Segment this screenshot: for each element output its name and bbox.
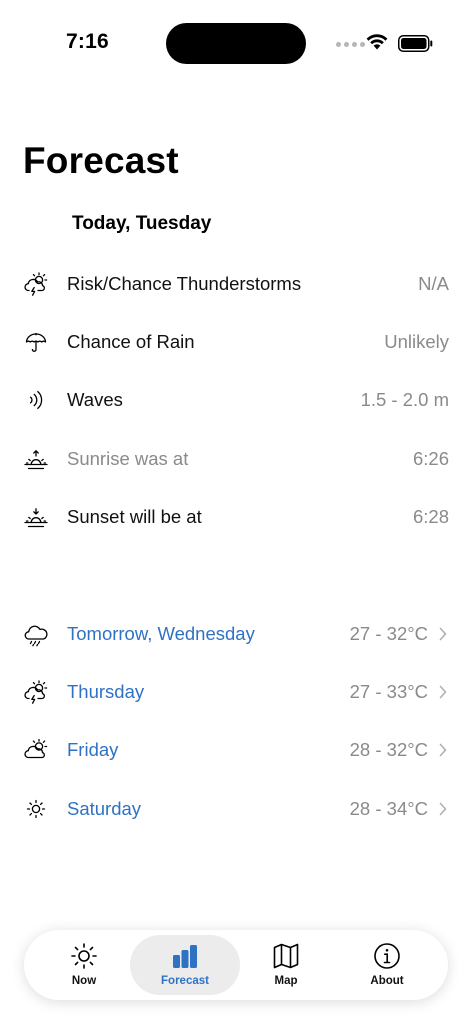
today-row-label: Waves — [67, 389, 123, 410]
status-time: 7:16 — [66, 30, 109, 53]
day-row-temperature: 27 - 32°C — [349, 623, 428, 644]
day-row-label[interactable]: Saturday — [67, 798, 141, 820]
rain-cloud-icon — [22, 620, 50, 648]
day-row-temperature: 28 - 32°C — [349, 739, 428, 760]
today-row-waves: Waves 1.5 - 2.0 m — [0, 376, 472, 424]
day-row-temperature: 28 - 34°C — [349, 798, 428, 819]
today-row-value: 6:26 — [412, 448, 449, 469]
status-bar: 7:16 — [0, 0, 472, 88]
sun-icon — [22, 795, 50, 823]
day-row-label[interactable]: Friday — [67, 739, 118, 761]
today-row-value: 1.5 - 2.0 m — [360, 389, 449, 410]
today-row-sunrise: Sunrise was at 6:26 — [0, 435, 472, 483]
tab-label: Now — [71, 975, 97, 987]
sunrise-icon — [22, 445, 50, 473]
tab-bar: Now Forecast Map About — [24, 930, 448, 1000]
bar-chart-icon — [173, 945, 197, 968]
day-row-wednesday[interactable]: Tomorrow, Wednesday 27 - 32°C — [0, 610, 472, 658]
battery-icon — [398, 35, 433, 52]
today-row-label: Sunset will be at — [67, 506, 202, 527]
info-icon — [374, 943, 400, 969]
today-row-thunderstorms: Risk/Chance Thunderstorms N/A — [0, 260, 472, 308]
day-row-friday[interactable]: Friday 28 - 32°C — [0, 726, 472, 774]
today-heading: Today, Tuesday — [72, 213, 212, 234]
day-row-thursday[interactable]: Thursday 27 - 33°C — [0, 668, 472, 716]
tab-label: About — [370, 975, 404, 987]
sun-icon — [71, 943, 97, 969]
tab-about[interactable]: About — [332, 935, 442, 995]
today-row-label: Risk/Chance Thunderstorms — [67, 273, 302, 294]
chevron-right-icon — [439, 802, 447, 816]
today-row-rain: Chance of Rain Unlikely — [0, 318, 472, 366]
day-row-saturday[interactable]: Saturday 28 - 34°C — [0, 785, 472, 833]
tab-label: Map — [274, 975, 298, 987]
dynamic-island — [166, 23, 306, 64]
waves-icon — [22, 386, 50, 414]
cellular-signal-icon — [336, 42, 365, 47]
today-row-value: Unlikely — [384, 331, 449, 352]
partly-cloudy-icon — [22, 736, 50, 764]
day-row-label[interactable]: Tomorrow, Wednesday — [67, 623, 255, 645]
day-row-label[interactable]: Thursday — [67, 681, 144, 703]
chevron-right-icon — [439, 743, 447, 757]
today-row-label: Chance of Rain — [67, 331, 195, 352]
today-row-value: 6:28 — [412, 506, 449, 527]
thunderstorm-icon — [22, 678, 50, 706]
sunset-icon — [22, 503, 50, 531]
today-row-label: Sunrise was at — [67, 448, 189, 469]
page-title: Forecast — [23, 140, 179, 181]
tab-now[interactable]: Now — [29, 935, 139, 995]
wifi-icon — [366, 34, 388, 50]
chevron-right-icon — [439, 685, 447, 699]
day-row-temperature: 27 - 33°C — [349, 681, 428, 702]
map-icon — [273, 943, 299, 969]
tab-label: Forecast — [161, 975, 209, 987]
chevron-right-icon — [439, 627, 447, 641]
thunderstorm-icon — [22, 270, 50, 298]
today-row-value: N/A — [418, 273, 449, 294]
today-row-sunset: Sunset will be at 6:28 — [0, 493, 472, 541]
umbrella-icon — [22, 328, 50, 356]
tab-forecast[interactable]: Forecast — [130, 935, 240, 995]
tab-map[interactable]: Map — [231, 935, 341, 995]
